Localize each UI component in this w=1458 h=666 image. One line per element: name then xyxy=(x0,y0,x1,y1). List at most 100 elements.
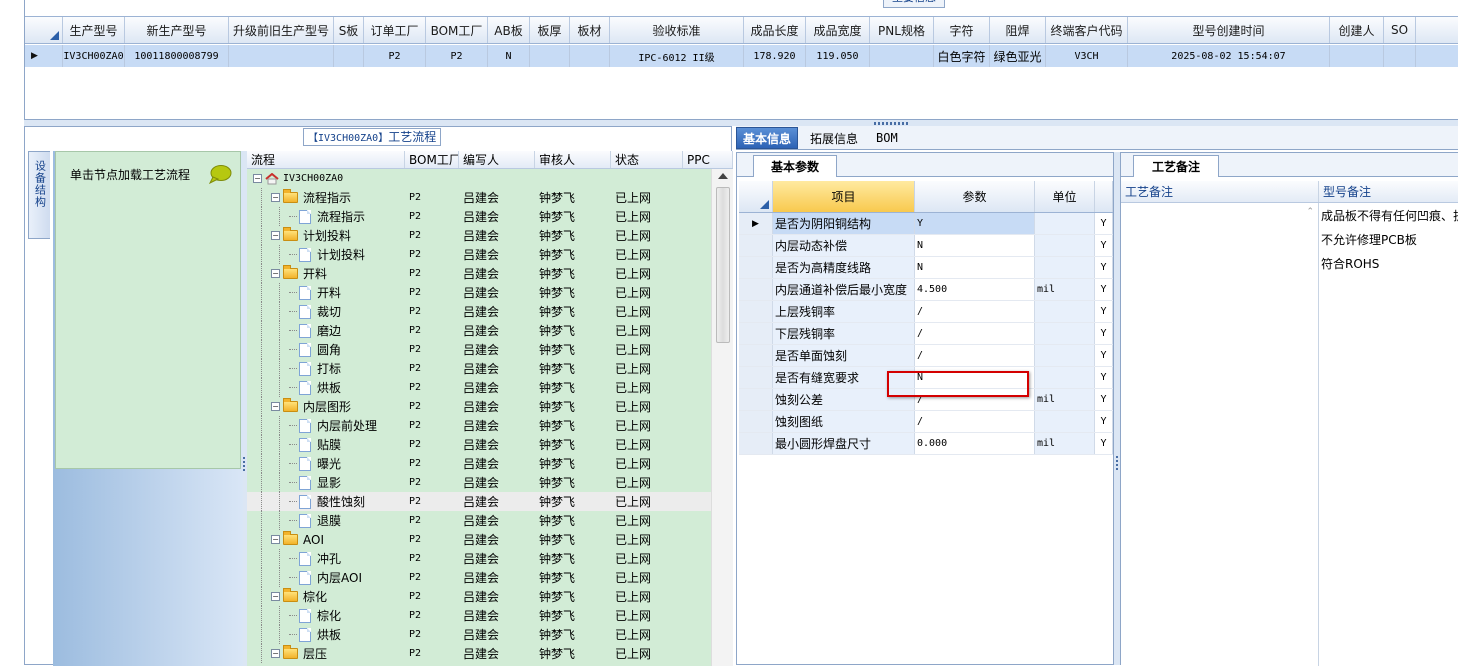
model-note-cell[interactable]: 成品板不得有任何凹痕、折 不允许修理PCB板 符合ROHS xyxy=(1319,203,1458,666)
tree-col-header[interactable]: BOM工厂 xyxy=(405,151,459,168)
row-cell[interactable] xyxy=(570,45,610,67)
param-value[interactable]: Y xyxy=(915,213,1035,234)
row-cell[interactable]: 10011800008799 xyxy=(125,45,229,67)
scroll-up-icon[interactable]: ⌃ xyxy=(1306,207,1314,217)
tree-row[interactable]: 计划投料 P2 吕建会 钟梦飞 已上网 xyxy=(247,245,711,264)
tab-basic-params[interactable]: 基本参数 xyxy=(753,155,837,177)
tree-row[interactable]: 流程指示 P2 吕建会 钟梦飞 已上网 xyxy=(247,207,711,226)
grid-corner[interactable] xyxy=(739,181,773,212)
row-cell[interactable]: 绿色亚光 xyxy=(990,45,1046,67)
grid-corner[interactable] xyxy=(25,17,63,43)
col-header[interactable]: 板材 xyxy=(570,17,610,43)
row-cell[interactable] xyxy=(229,45,334,67)
col-unit[interactable]: 单位 xyxy=(1035,181,1095,212)
param-row[interactable]: 下层残铜率 / Y xyxy=(739,323,1113,345)
col-header[interactable]: 成品宽度 xyxy=(806,17,870,43)
col-item[interactable]: 项目 xyxy=(773,181,915,212)
row-cell[interactable] xyxy=(530,45,570,67)
param-row[interactable]: 最小圆形焊盘尺寸 0.000 mil Y xyxy=(739,433,1113,455)
tab-basic-info[interactable]: 基本信息 xyxy=(736,127,799,149)
splitter-grip-icon[interactable] xyxy=(874,122,910,125)
col-header[interactable]: 字符 xyxy=(934,17,990,43)
tree-row[interactable]: − 计划投料 P2 吕建会 钟梦飞 已上网 xyxy=(247,226,711,245)
collapse-icon[interactable]: − xyxy=(271,269,280,278)
param-value[interactable]: N xyxy=(915,235,1035,256)
tree-row[interactable]: − 层压 P2 吕建会 钟梦飞 已上网 xyxy=(247,644,711,663)
param-row[interactable]: 内层通道补偿后最小宽度 4.500 mil Y xyxy=(739,279,1113,301)
splitter-grip-icon[interactable] xyxy=(1116,456,1118,470)
col-header[interactable]: 新生产型号 xyxy=(125,17,229,43)
param-value[interactable]: / xyxy=(915,411,1035,432)
collapse-icon[interactable]: − xyxy=(271,193,280,202)
row-cell[interactable] xyxy=(334,45,364,67)
tree-scrollbar[interactable] xyxy=(711,169,733,666)
param-row[interactable]: 是否为高精度线路 N Y xyxy=(739,257,1113,279)
col-header[interactable]: SO xyxy=(1384,17,1416,43)
tree-row[interactable]: − 内层图形 P2 吕建会 钟梦飞 已上网 xyxy=(247,397,711,416)
collapse-icon[interactable]: − xyxy=(271,592,280,601)
tree-row[interactable]: 曝光 P2 吕建会 钟梦飞 已上网 xyxy=(247,454,711,473)
tree-col-header[interactable]: 审核人 xyxy=(535,151,611,168)
tree-col-header[interactable]: 编写人 xyxy=(459,151,535,168)
tree-row[interactable]: 棕化 P2 吕建会 钟梦飞 已上网 xyxy=(247,606,711,625)
tree-row[interactable]: 贴膜 P2 吕建会 钟梦飞 已上网 xyxy=(247,435,711,454)
tree-row[interactable]: 内层前处理 P2 吕建会 钟梦飞 已上网 xyxy=(247,416,711,435)
col-header[interactable]: 升级前旧生产型号 xyxy=(229,17,334,43)
row-cell[interactable]: N xyxy=(488,45,530,67)
param-row[interactable]: ▶ 是否为阴阳铜结构 Y Y xyxy=(739,213,1113,235)
row-cell[interactable]: 178.920 xyxy=(744,45,806,67)
tree-row[interactable]: − AOI P2 吕建会 钟梦飞 已上网 xyxy=(247,530,711,549)
tree-row[interactable]: 打标 P2 吕建会 钟梦飞 已上网 xyxy=(247,359,711,378)
collapse-icon[interactable]: − xyxy=(271,402,280,411)
col-header[interactable]: 成品长度 xyxy=(744,17,806,43)
row-cell[interactable]: 白色字符 xyxy=(934,45,990,67)
tree-row[interactable]: 显影 P2 吕建会 钟梦飞 已上网 xyxy=(247,473,711,492)
scroll-up-icon[interactable] xyxy=(718,173,728,179)
col-header[interactable]: 生产型号 xyxy=(63,17,125,43)
param-row[interactable]: 是否单面蚀刻 / Y xyxy=(739,345,1113,367)
row-cell[interactable]: V3CH xyxy=(1046,45,1128,67)
param-row[interactable]: 上层残铜率 / Y xyxy=(739,301,1113,323)
collapse-icon[interactable]: − xyxy=(271,535,280,544)
tree-row[interactable]: 退膜 P2 吕建会 钟梦飞 已上网 xyxy=(247,511,711,530)
col-header[interactable]: 型号创建时间 xyxy=(1128,17,1330,43)
col-header[interactable]: BOM工厂 xyxy=(426,17,488,43)
tree-row[interactable]: − 开料 P2 吕建会 钟梦飞 已上网 xyxy=(247,264,711,283)
tree-row[interactable]: − 流程指示 P2 吕建会 钟梦飞 已上网 xyxy=(247,188,711,207)
col-header[interactable]: S板 xyxy=(334,17,364,43)
row-cell[interactable] xyxy=(1384,45,1416,67)
collapse-icon[interactable]: − xyxy=(271,231,280,240)
col-header[interactable]: 板厚 xyxy=(530,17,570,43)
tree-row[interactable]: 烘板 P2 吕建会 钟梦飞 已上网 xyxy=(247,378,711,397)
tree-row[interactable]: 圆角 P2 吕建会 钟梦飞 已上网 xyxy=(247,340,711,359)
tree-col-header[interactable]: PPC xyxy=(683,151,733,168)
tree-row[interactable]: 裁切 P2 吕建会 钟梦飞 已上网 xyxy=(247,302,711,321)
param-value[interactable]: / xyxy=(915,345,1035,366)
load-hint-box[interactable]: 单击节点加载工艺流程 xyxy=(55,151,241,469)
param-value[interactable]: N xyxy=(915,257,1035,278)
row-cell[interactable]: P2 xyxy=(426,45,488,67)
col-value[interactable]: 参数 xyxy=(915,181,1035,212)
col-header[interactable]: 创建人 xyxy=(1330,17,1384,43)
tree-row[interactable]: − IV3CH00ZA0 xyxy=(247,169,711,188)
tab-extended-info[interactable]: 拓展信息 xyxy=(804,127,864,149)
param-row[interactable]: 内层动态补偿 N Y xyxy=(739,235,1113,257)
col-model-note[interactable]: 型号备注 xyxy=(1319,181,1458,202)
param-value[interactable]: / xyxy=(915,301,1035,322)
tab-process-notes[interactable]: 工艺备注 xyxy=(1133,155,1219,177)
collapse-icon[interactable]: − xyxy=(271,649,280,658)
param-value[interactable]: 4.500 xyxy=(915,279,1035,300)
tree-row[interactable]: − 棕化 P2 吕建会 钟梦飞 已上网 xyxy=(247,587,711,606)
process-note-cell[interactable]: ⌃ xyxy=(1121,203,1319,666)
main-info-row[interactable]: ▶ IV3CH00ZA0 10011800008799 P2 P2 N IPC-6012 … xyxy=(25,45,1458,67)
tree-row[interactable]: 酸性蚀刻 P2 吕建会 钟梦飞 已上网 xyxy=(247,492,711,511)
param-value[interactable]: / xyxy=(915,323,1035,344)
row-cell[interactable]: 2025-08-02 15:54:07 xyxy=(1128,45,1330,67)
col-header[interactable]: 阻焊 xyxy=(990,17,1046,43)
tab-bom[interactable]: BOM xyxy=(870,127,904,149)
tree-row[interactable]: 冲孔 P2 吕建会 钟梦飞 已上网 xyxy=(247,549,711,568)
scroll-thumb[interactable] xyxy=(716,187,730,343)
tree-col-header[interactable]: 流程 xyxy=(247,151,405,168)
col-process-note[interactable]: 工艺备注 xyxy=(1121,181,1319,202)
col-header[interactable]: PNL规格 xyxy=(870,17,934,43)
